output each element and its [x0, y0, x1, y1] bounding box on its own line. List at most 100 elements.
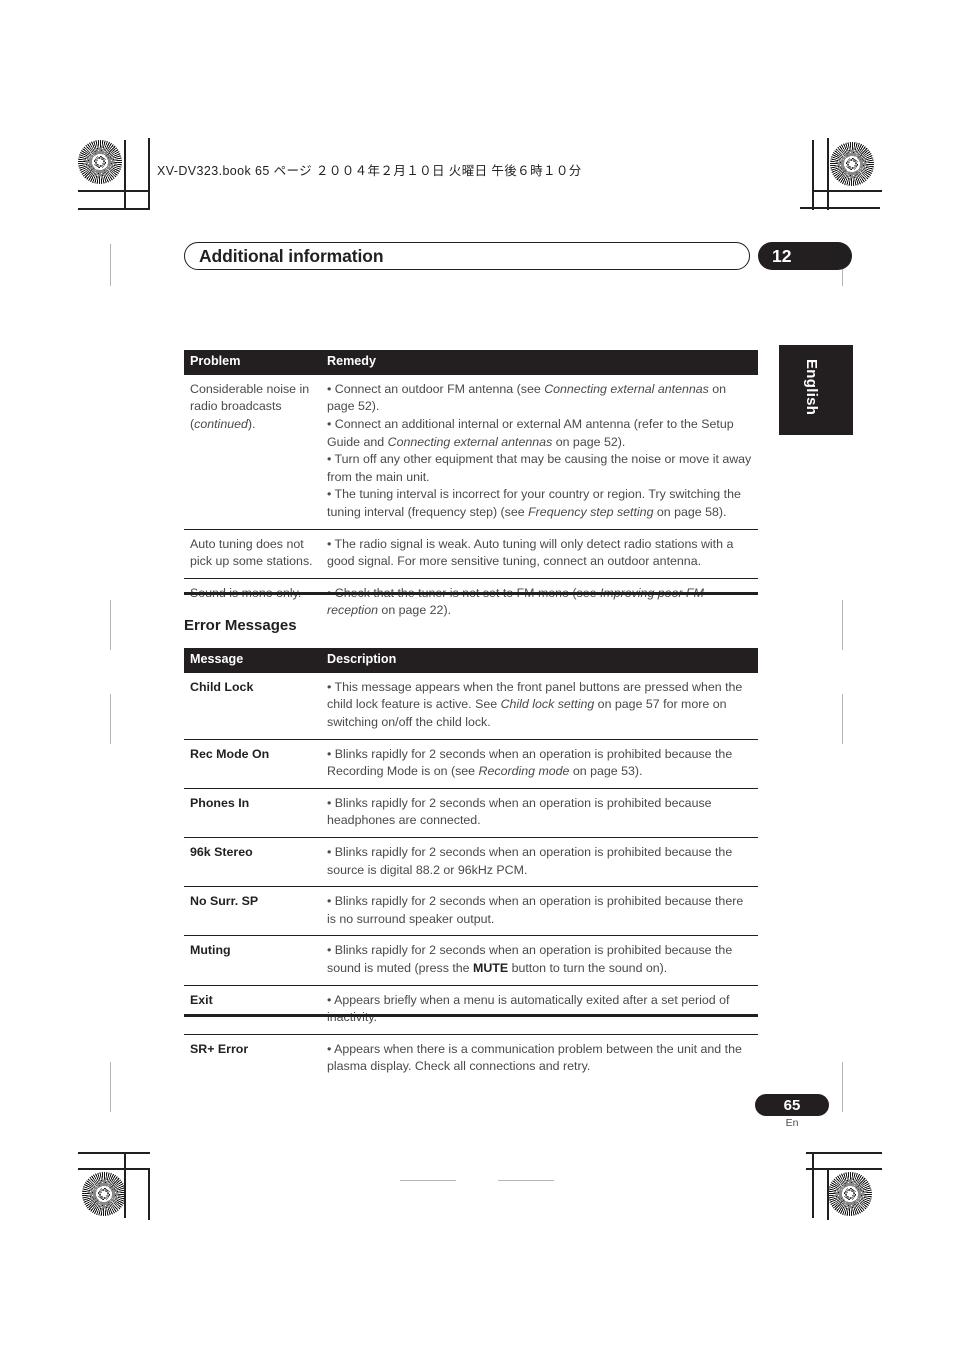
description-bold-key: MUTE	[473, 961, 509, 976]
guide-line-bottom-center-right	[498, 1180, 554, 1182]
registration-cross-left-upper	[88, 198, 134, 244]
error-messages-table-bottom-rule	[184, 1014, 758, 1018]
cell-message: SR+ Error	[184, 1033, 321, 1084]
error-messages-table: Message Description Child Lock • This me…	[184, 648, 758, 1084]
crop-mark-horizontal-bottom-right	[806, 1152, 882, 1154]
language-side-tab: English	[779, 345, 853, 435]
guide-line-left-middle-upper	[110, 600, 112, 650]
cell-description: • This message appears when the front pa…	[321, 673, 758, 739]
cell-description: • Blinks rapidly for 2 seconds when an o…	[321, 738, 758, 789]
chapter-header-bar: Additional information	[184, 242, 750, 270]
remedy-bullet-post: on page 52).	[552, 434, 626, 449]
registration-star-target-bottom-right	[828, 1172, 872, 1216]
language-side-tab-label: English	[803, 359, 820, 416]
description-pre: • Blinks rapidly for 2 seconds when an o…	[327, 845, 733, 877]
table-row: Auto tuning does not pick up some statio…	[184, 528, 758, 579]
cell-message: Muting	[184, 935, 321, 986]
crop-mark-vertical-bottom-left	[124, 1152, 126, 1218]
section-heading-error-messages: Error Messages	[184, 617, 297, 634]
guide-line-left-lower	[110, 1062, 112, 1112]
remedy-bullet-pre: • Turn off any other equipment that may …	[327, 452, 752, 484]
cell-description: • Appears when there is a communication …	[321, 1033, 758, 1084]
chapter-number-badge: 12	[758, 242, 852, 270]
guide-line-right-middle-lower	[842, 694, 844, 744]
troubleshooting-table: Problem Remedy Considerable noise in rad…	[184, 350, 758, 628]
column-header-problem: Problem	[184, 350, 321, 375]
table-row: SR+ Error • Appears when there is a comm…	[184, 1033, 758, 1084]
table-row: Rec Mode On • Blinks rapidly for 2 secon…	[184, 738, 758, 789]
problem-text-line-2: radio broadcasts	[190, 399, 282, 414]
table-row: Muting • Blinks rapidly for 2 seconds wh…	[184, 935, 758, 986]
cell-message: Phones In	[184, 787, 321, 838]
remedy-bullet-italic: Connecting external antennas	[544, 381, 709, 396]
remedy-bullet: • Turn off any other equipment that may …	[327, 451, 752, 486]
crop-mark-vertical-bottom-right-inner	[827, 1168, 829, 1220]
remedy-bullet: • The radio signal is weak. Auto tuning …	[327, 536, 752, 571]
remedy-bullet-pre: • Connect an outdoor FM antenna (see	[327, 381, 545, 396]
column-header-description: Description	[321, 648, 758, 673]
column-header-remedy: Remedy	[321, 350, 758, 375]
cell-remedy: • Connect an outdoor FM antenna (see Con…	[321, 375, 758, 529]
table-header-row: Problem Remedy	[184, 350, 758, 375]
cell-description: • Blinks rapidly for 2 seconds when an o…	[321, 935, 758, 986]
description-post: on page 53).	[569, 764, 643, 779]
table-row: 96k Stereo • Blinks rapidly for 2 second…	[184, 836, 758, 887]
crop-mark-horizontal-bottom-right-inner	[806, 1168, 882, 1170]
crop-mark-horizontal-bottom-left-inner	[78, 1168, 150, 1170]
registration-star-target-top-right	[830, 142, 874, 186]
remedy-bullet: • The tuning interval is incorrect for y…	[327, 486, 752, 521]
guide-line-right-middle-upper	[842, 600, 844, 650]
troubleshooting-table-bottom-rule	[184, 592, 758, 596]
cell-description: • Blinks rapidly for 2 seconds when an o…	[321, 836, 758, 887]
registration-cross-top-right	[767, 148, 813, 194]
cell-description: • Blinks rapidly for 2 seconds when an o…	[321, 787, 758, 838]
cell-message: Exit	[184, 984, 321, 1035]
cell-message: No Surr. SP	[184, 886, 321, 936]
description-italic: Child lock setting	[500, 697, 595, 712]
page-number-language-label: En	[785, 1117, 799, 1129]
table-row: No Surr. SP • Blinks rapidly for 2 secon…	[184, 886, 758, 936]
page-number-badge: 65	[755, 1094, 829, 1116]
guide-line-bottom-center-left	[400, 1180, 456, 1182]
registration-cross-right-middle	[820, 648, 866, 694]
registration-star-target-bottom-left	[82, 1172, 126, 1216]
registration-star-target-top-left	[78, 140, 122, 184]
table-row: Child Lock • This message appears when t…	[184, 673, 758, 739]
remedy-bullet: • Check that the tuner is not set to FM …	[327, 585, 752, 620]
description-italic: Recording mode	[478, 764, 570, 779]
crop-mark-horizontal-bottom-left	[78, 1152, 150, 1154]
column-header-message: Message	[184, 648, 321, 673]
registration-cross-left-lower	[88, 1110, 134, 1156]
description-pre: • Blinks rapidly for 2 seconds when an o…	[327, 795, 712, 828]
remedy-bullet: • Connect an additional internal or exte…	[327, 416, 752, 451]
guide-line-left	[110, 244, 112, 286]
registration-cross-bottom-left	[150, 1160, 196, 1206]
cell-message: 96k Stereo	[184, 836, 321, 887]
crop-mark-horizontal-top-right	[812, 190, 882, 192]
problem-text-line-1: Considerable noise in	[190, 381, 310, 396]
cell-remedy: • Check that the tuner is not set to FM …	[321, 577, 758, 628]
cell-problem: Auto tuning does not pick up some statio…	[184, 528, 321, 579]
registration-cross-bottom-right	[767, 1160, 813, 1206]
description-pre: • Blinks rapidly for 2 seconds when an o…	[327, 894, 744, 926]
remedy-bullet-italic: Frequency step setting	[528, 505, 654, 519]
description-pre: • Appears briefly when a menu is automat…	[327, 992, 730, 1025]
registration-cross-bottom-center	[454, 1158, 500, 1204]
cell-description: • Appears briefly when a menu is automat…	[321, 984, 758, 1035]
remedy-bullet-post: on page 22).	[377, 603, 452, 618]
cell-message: Child Lock	[190, 679, 254, 694]
remedy-bullet: • Connect an outdoor FM antenna (see Con…	[327, 381, 752, 416]
cell-message: Rec Mode On	[184, 738, 321, 789]
registration-cross-right-upper	[820, 198, 866, 244]
table-header-row: Message Description	[184, 648, 758, 673]
table-row: Phones In • Blinks rapidly for 2 seconds…	[184, 787, 758, 838]
cell-remedy: • The radio signal is weak. Auto tuning …	[321, 528, 758, 579]
table-row: Considerable noise in radio broadcasts (…	[184, 375, 758, 529]
registration-cross-left-middle	[88, 648, 134, 694]
page-title: Additional information	[199, 246, 384, 266]
cell-problem: Considerable noise in radio broadcasts (…	[190, 381, 310, 431]
guide-line-right-folio	[842, 1078, 844, 1112]
description-post: button to turn the sound on).	[508, 961, 668, 976]
crop-mark-horizontal-top-left	[78, 190, 148, 192]
remedy-bullet-pre: • The radio signal is weak. Auto tuning …	[327, 536, 734, 569]
